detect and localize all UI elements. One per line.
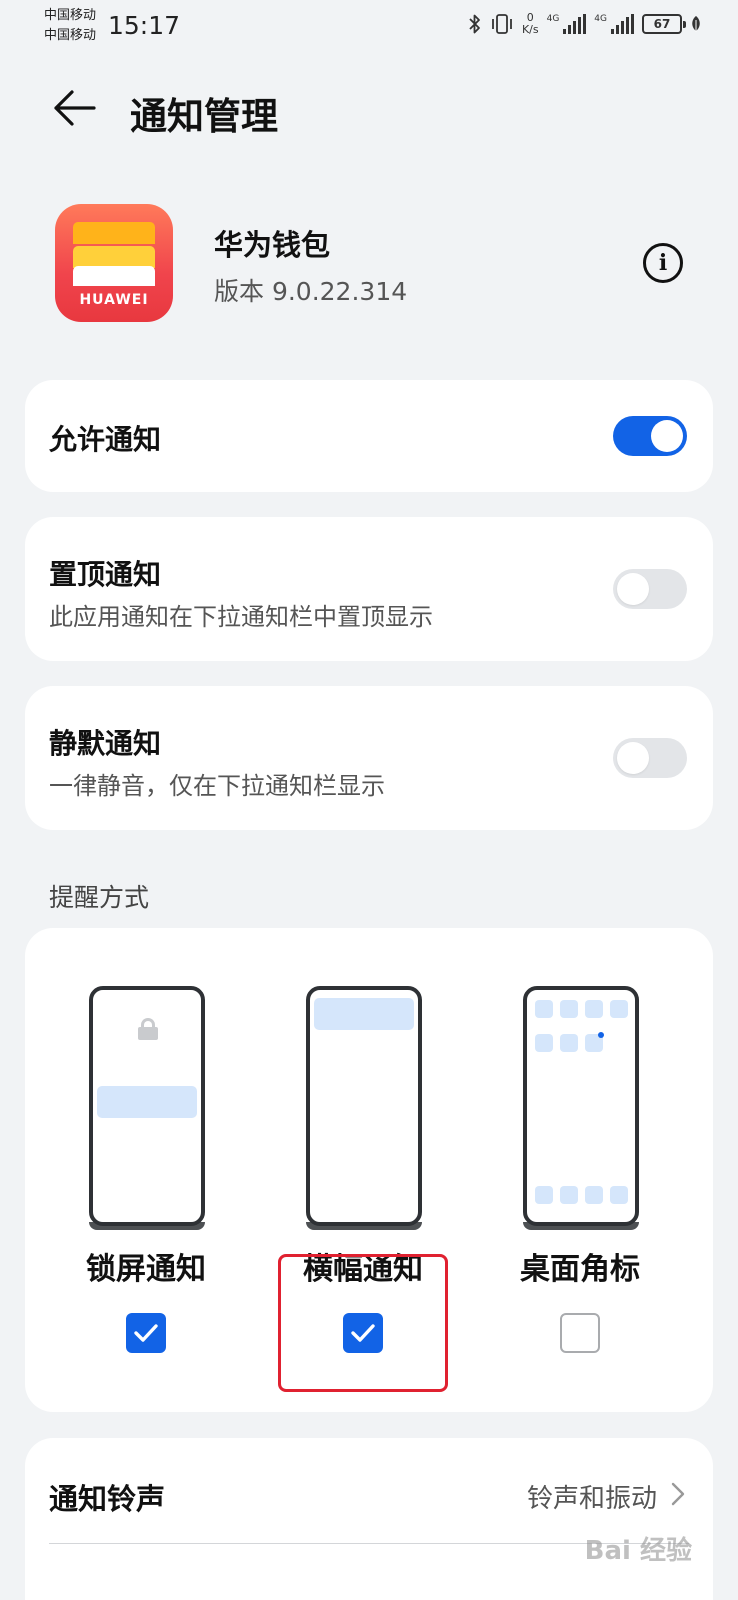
allow-notifications-label: 允许通知 — [49, 423, 162, 456]
reminder-section-label: 提醒方式 — [49, 883, 150, 912]
ringtone-value: 铃声和振动 — [526, 1484, 657, 1514]
sim1-network-tag: 4G — [546, 14, 560, 24]
signal-icon-sim2: 4G — [594, 14, 634, 34]
network-speed-unit: K/s — [521, 23, 539, 36]
carrier-labels: 中国移动 中国移动 — [44, 6, 96, 46]
network-speed: 0 K/s — [522, 12, 539, 36]
badge-preview[interactable] — [523, 986, 639, 1230]
lock-icon — [138, 1018, 158, 1040]
watermark: Bai 经验 — [584, 1536, 692, 1566]
silent-notifications-label: 静默通知 — [49, 727, 162, 760]
ringtone-row[interactable]: 通知铃声 铃声和振动 — [25, 1438, 713, 1600]
bluetooth-icon — [469, 14, 480, 34]
sim2-network-tag: 4G — [594, 14, 607, 24]
battery-icon: 67 — [642, 14, 686, 34]
status-bar: 中国移动 中国移动 15:17 0 K/s 4G 4G 67 — [0, 0, 738, 52]
pinned-notifications-label: 置顶通知 — [49, 558, 162, 591]
highlight-box — [278, 1254, 448, 1392]
signal-icon-sim1: 4G — [547, 14, 587, 34]
app-version: 版本 9.0.22.314 — [214, 277, 408, 306]
app-icon-brand: HUAWEI — [79, 292, 149, 308]
silent-notifications-row[interactable]: 静默通知 一律静音，仅在下拉通知栏显示 — [25, 686, 713, 830]
badge-dot-icon — [598, 1032, 604, 1038]
status-time: 15:17 — [108, 11, 181, 40]
badge-checkbox[interactable] — [560, 1313, 600, 1353]
lockscreen-option-label: 锁屏通知 — [86, 1252, 206, 1287]
leaf-icon — [692, 16, 700, 32]
app-name: 华为钱包 — [214, 228, 331, 262]
silent-notifications-description: 一律静音，仅在下拉通知栏显示 — [49, 772, 385, 800]
checkmark-icon — [134, 1324, 158, 1342]
back-arrow-icon — [54, 90, 96, 126]
ringtone-label: 通知铃声 — [49, 1482, 166, 1516]
pinned-notifications-toggle[interactable] — [613, 569, 687, 609]
allow-notifications-row[interactable]: 允许通知 — [25, 380, 713, 492]
status-icons: 0 K/s 4G 4G 67 — [468, 12, 702, 36]
chevron-right-icon — [671, 1482, 685, 1506]
lockscreen-checkbox[interactable] — [126, 1313, 166, 1353]
badge-option-label: 桌面角标 — [520, 1252, 640, 1287]
silent-notifications-toggle[interactable] — [613, 738, 687, 778]
allow-notifications-toggle[interactable] — [613, 416, 687, 456]
pinned-notifications-description: 此应用通知在下拉通知栏中置顶显示 — [49, 603, 433, 631]
app-info-button[interactable]: i — [643, 243, 683, 283]
battery-level: 67 — [653, 17, 671, 31]
carrier-2: 中国移动 — [44, 28, 97, 43]
page-title: 通知管理 — [130, 95, 278, 138]
lockscreen-preview[interactable] — [89, 986, 205, 1230]
app-icon: HUAWEI — [55, 204, 173, 322]
pinned-notifications-row[interactable]: 置顶通知 此应用通知在下拉通知栏中置顶显示 — [25, 517, 713, 661]
info-icon: i — [658, 250, 668, 276]
banner-preview[interactable] — [306, 986, 422, 1230]
back-button[interactable] — [50, 84, 98, 132]
carrier-1: 中国移动 — [44, 8, 97, 23]
vibrate-icon — [492, 14, 512, 34]
